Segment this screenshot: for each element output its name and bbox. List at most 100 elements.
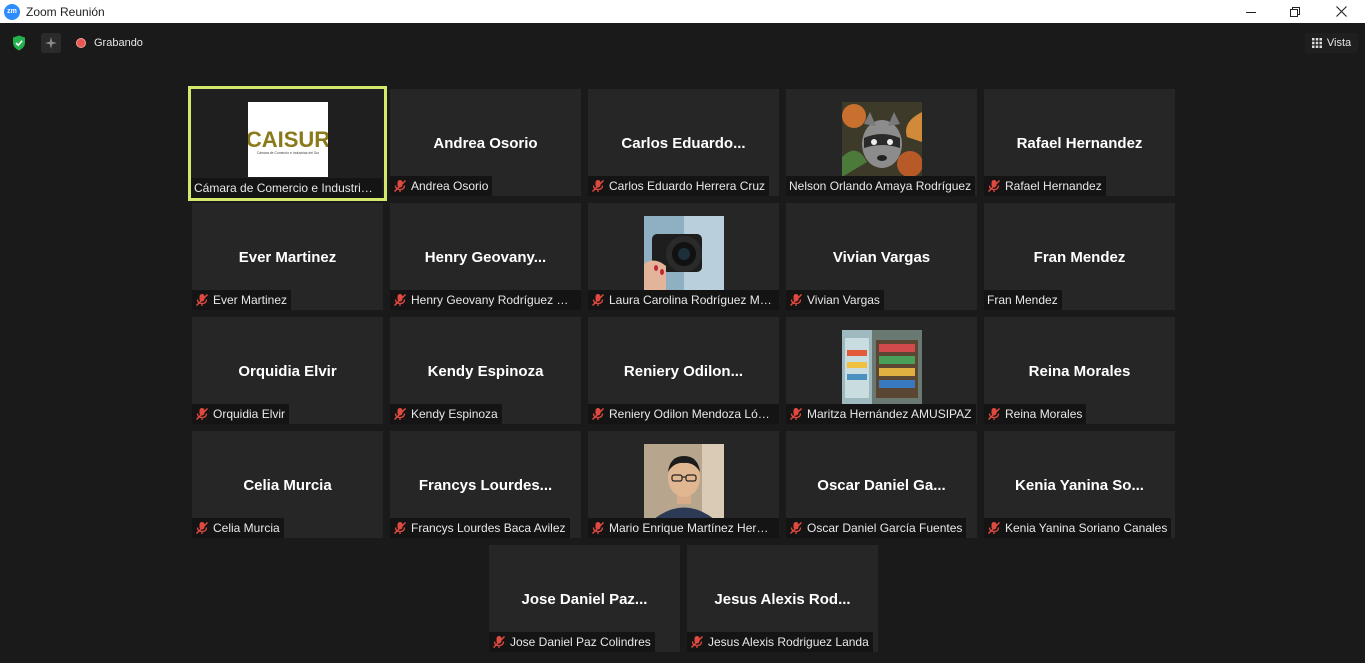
- participant-tile[interactable]: Andrea Osorio Andrea Osorio: [390, 89, 581, 196]
- participant-name-label: Kenia Yanina Soriano Canales: [984, 518, 1172, 538]
- participant-display-name: Jesus Alexis Rod...: [714, 591, 851, 608]
- close-button[interactable]: [1318, 0, 1364, 23]
- participant-name: Maritza Hernández AMUSIPAZ: [807, 407, 972, 421]
- microphone-muted-icon: [987, 521, 1001, 535]
- participant-display-name: Oscar Daniel Ga...: [817, 477, 946, 494]
- close-icon: [1335, 6, 1347, 17]
- restore-button[interactable]: [1272, 0, 1318, 23]
- participant-display-name: Kendy Espinoza: [427, 363, 544, 380]
- participant-display-name: Vivian Vargas: [832, 249, 931, 266]
- participant-name: Andrea Osorio: [411, 179, 489, 193]
- minimize-icon: [1246, 11, 1256, 13]
- participant-name: Mario Enrique Martínez Hernández: [609, 521, 775, 535]
- window-title: Zoom Reunión: [26, 4, 105, 19]
- recording-label: Grabando: [94, 37, 143, 49]
- participant-tile[interactable]: Jesus Alexis Rod... Jesus Alexis Rodrigue…: [687, 545, 878, 652]
- participant-tile[interactable]: Jose Daniel Paz... Jose Daniel Paz Colind…: [489, 545, 680, 652]
- participant-name: Kenia Yanina Soriano Canales: [1005, 521, 1168, 535]
- microphone-muted-icon: [393, 179, 407, 193]
- participant-name-label: Francys Lourdes Baca Avilez: [390, 518, 570, 538]
- recording-dot-icon: [76, 38, 86, 48]
- participant-name: Nelson Orlando Amaya Rodríguez: [789, 179, 972, 193]
- microphone-muted-icon: [195, 293, 209, 307]
- participant-tile[interactable]: Celia Murcia Celia Murcia: [192, 431, 383, 538]
- participant-name-label: Maritza Hernández AMUSIPAZ: [786, 404, 976, 424]
- participant-display-name: Carlos Eduardo...: [621, 135, 746, 152]
- microphone-muted-icon: [789, 521, 803, 535]
- participant-tile[interactable]: Oscar Daniel Ga... Oscar Daniel García Fu…: [786, 431, 977, 538]
- microphone-muted-icon: [393, 407, 407, 421]
- microphone-muted-icon: [690, 635, 704, 649]
- participant-tile[interactable]: Ever Martinez Ever Martinez: [192, 203, 383, 310]
- ai-companion-button[interactable]: [41, 33, 61, 53]
- microphone-muted-icon: [591, 293, 605, 307]
- caisur-logo: CAISURCámara de Comercio e Industrias de…: [247, 102, 328, 177]
- participant-name-label: Andrea Osorio: [390, 176, 493, 196]
- participant-name: Orquidia Elvir: [213, 407, 286, 421]
- participant-name: Reniery Odilon Mendoza López: [609, 407, 775, 421]
- participant-name-label: Kendy Espinoza: [390, 404, 502, 424]
- microphone-muted-icon: [591, 407, 605, 421]
- participant-tile[interactable]: Reina Morales Reina Morales: [984, 317, 1175, 424]
- recording-indicator[interactable]: Grabando: [76, 35, 143, 51]
- sparkle-icon: [45, 37, 57, 49]
- participant-tile[interactable]: Maritza Hernández AMUSIPAZ: [786, 317, 977, 424]
- participant-tile[interactable]: Laura Carolina Rodríguez Mejía: [588, 203, 779, 310]
- participant-name: Vivian Vargas: [807, 293, 880, 307]
- participant-name-label: Reina Morales: [984, 404, 1087, 424]
- participant-tile[interactable]: Kendy Espinoza Kendy Espinoza: [390, 317, 581, 424]
- camera-avatar-image: [643, 216, 724, 291]
- microphone-muted-icon: [789, 407, 803, 421]
- zoom-logo-icon: zm: [4, 3, 20, 20]
- participant-tile[interactable]: Nelson Orlando Amaya Rodríguez: [786, 89, 977, 196]
- participant-tile[interactable]: Reniery Odilon... Reniery Odilon Mendoza …: [588, 317, 779, 424]
- microphone-muted-icon: [393, 293, 407, 307]
- person-avatar-image: [643, 444, 724, 519]
- participant-name: Laura Carolina Rodríguez Mejía: [609, 293, 775, 307]
- participant-display-name: Jose Daniel Paz...: [521, 591, 648, 608]
- participant-display-name: Orquidia Elvir: [238, 363, 337, 380]
- participant-name: Jose Daniel Paz Colindres: [510, 635, 651, 649]
- participant-tile[interactable]: CAISUR Cámara de Comercio e Industrias de…: [188, 86, 387, 201]
- participant-name: Ever Martinez: [213, 293, 288, 307]
- participant-display-name: Henry Geovany...: [424, 249, 547, 266]
- view-button[interactable]: Vista: [1305, 33, 1358, 53]
- participant-tile[interactable]: Fran Mendez Fran Mendez: [984, 203, 1175, 310]
- meeting-top-bar: Grabando Vista: [0, 23, 1365, 64]
- participant-display-name: Rafael Hernandez: [1016, 135, 1143, 152]
- participant-name: Fran Mendez: [987, 293, 1058, 307]
- participant-tile[interactable]: Francys Lourdes... Francys Lourdes Baca A…: [390, 431, 581, 538]
- security-shield-button[interactable]: [9, 33, 29, 53]
- participant-tile[interactable]: Henry Geovany... Henry Geovany Rodríguez …: [390, 203, 581, 310]
- participant-tile[interactable]: Orquidia Elvir Orquidia Elvir: [192, 317, 383, 424]
- window-titlebar: zm Zoom Reunión: [0, 0, 1365, 23]
- shield-check-icon: [13, 35, 25, 51]
- participant-name-label: Oscar Daniel García Fuentes: [786, 518, 967, 538]
- microphone-muted-icon: [195, 521, 209, 535]
- participant-tile[interactable]: Vivian Vargas Vivian Vargas: [786, 203, 977, 310]
- participant-name-label: Carlos Eduardo Herrera Cruz: [588, 176, 770, 196]
- participant-display-name: Francys Lourdes...: [418, 477, 553, 494]
- participant-display-name: Reina Morales: [1028, 363, 1131, 380]
- participant-name-label: Henry Geovany Rodríguez Martínez: [390, 290, 581, 310]
- svg-text:Cámara de Comercio e Industria: Cámara de Comercio e Industrias del Sur: [256, 151, 319, 155]
- participant-tile[interactable]: Kenia Yanina So... Kenia Yanina Soriano C…: [984, 431, 1175, 538]
- participant-name: Reina Morales: [1005, 407, 1083, 421]
- participant-display-name: Fran Mendez: [1033, 249, 1126, 266]
- participant-name-label: Celia Murcia: [192, 518, 284, 538]
- participant-name: Cámara de Comercio e Industrias del Sur: [194, 181, 378, 195]
- microphone-muted-icon: [987, 407, 1001, 421]
- participant-name: Oscar Daniel García Fuentes: [807, 521, 963, 535]
- microphone-muted-icon: [195, 407, 209, 421]
- participant-tile[interactable]: Mario Enrique Martínez Hernández: [588, 431, 779, 538]
- participant-tile[interactable]: Rafael Hernandez Rafael Hernandez: [984, 89, 1175, 196]
- restore-icon: [1290, 6, 1300, 17]
- participant-name-label: Jesus Alexis Rodriguez Landa: [687, 632, 873, 652]
- participant-tile[interactable]: Carlos Eduardo... Carlos Eduardo Herrera …: [588, 89, 779, 196]
- minimize-button[interactable]: [1228, 0, 1274, 23]
- participant-display-name: Reniery Odilon...: [623, 363, 744, 380]
- grid-view-icon: [1311, 38, 1322, 48]
- participant-name: Francys Lourdes Baca Avilez: [411, 521, 566, 535]
- microphone-muted-icon: [393, 521, 407, 535]
- svg-text:CAISUR: CAISUR: [248, 127, 328, 152]
